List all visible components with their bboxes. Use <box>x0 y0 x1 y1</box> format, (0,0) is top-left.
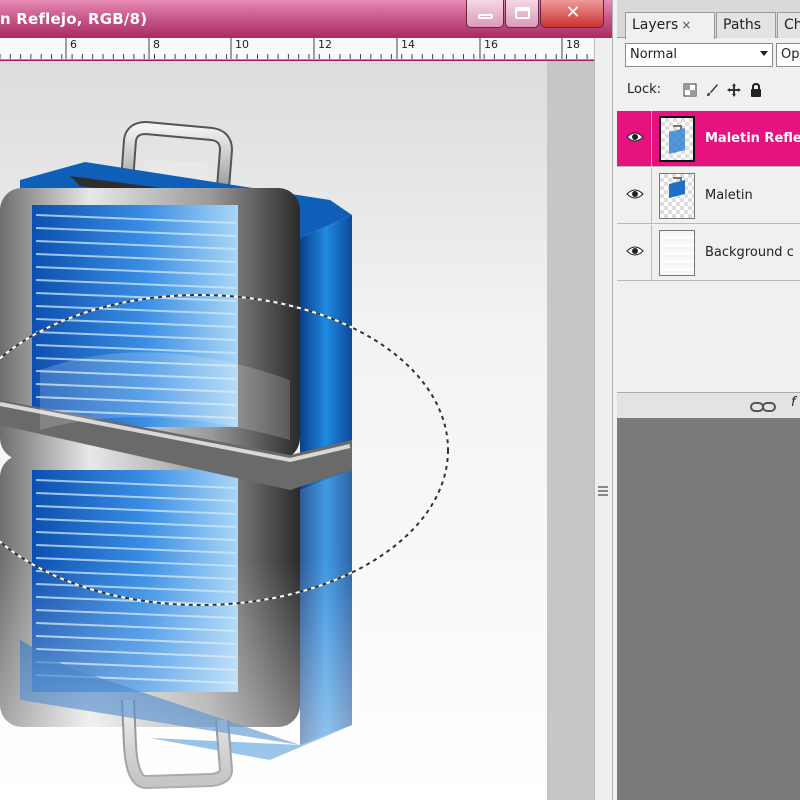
tab-channels[interactable]: Cha <box>777 12 800 38</box>
divider <box>651 225 652 281</box>
brush-icon[interactable] <box>705 83 719 97</box>
maximize-button[interactable] <box>505 0 539 28</box>
tab-label: Cha <box>784 17 800 33</box>
ruler-label: 16 <box>484 38 498 51</box>
layers-panel: Layers× Paths Cha Normal Op Lock: <box>617 0 800 418</box>
panel-tab-bar: Layers× Paths Cha <box>617 0 800 39</box>
minimize-button[interactable] <box>466 0 504 28</box>
empty-panel-area <box>617 418 800 800</box>
document-titlebar[interactable]: n Reflejo, RGB/8) ✕ <box>0 0 612 38</box>
ruler-label: 8 <box>153 38 160 51</box>
document-window: n Reflejo, RGB/8) ✕ 6 8 10 12 14 16 18 <box>0 0 612 800</box>
lock-transparent-icon[interactable] <box>683 83 697 97</box>
layer-name: Maletin <box>705 188 753 203</box>
tab-paths[interactable]: Paths <box>716 12 776 38</box>
move-icon[interactable] <box>727 83 741 97</box>
link-icon[interactable] <box>750 402 776 412</box>
eye-icon[interactable] <box>626 188 644 200</box>
vertical-scrollbar[interactable] <box>594 38 612 800</box>
divider <box>651 111 652 167</box>
lock-label: Lock: <box>627 82 662 97</box>
minimize-icon <box>478 14 493 19</box>
close-tab-icon[interactable]: × <box>681 18 691 32</box>
close-icon: ✕ <box>565 2 581 23</box>
maximize-icon <box>515 7 530 19</box>
pasteboard <box>547 61 594 800</box>
document-title: n Reflejo, RGB/8) <box>0 10 148 28</box>
ruler-label: 12 <box>318 38 332 51</box>
chevron-down-icon <box>760 51 768 56</box>
layer-name: Background c <box>705 245 794 260</box>
opacity-label: Op <box>781 47 800 62</box>
scroll-grip-icon[interactable] <box>598 484 608 498</box>
layer-thumbnail[interactable] <box>659 173 695 219</box>
blend-mode-select[interactable]: Normal <box>625 43 773 67</box>
opacity-field[interactable]: Op <box>776 43 800 67</box>
blend-mode-value: Normal <box>630 47 678 62</box>
horizontal-ruler[interactable]: 6 8 10 12 14 16 18 <box>0 38 594 60</box>
fx-icon[interactable]: f <box>791 395 796 410</box>
divider <box>651 168 652 224</box>
tab-label: Layers <box>632 17 679 33</box>
tab-layers[interactable]: Layers × <box>625 12 715 39</box>
layer-thumbnail[interactable] <box>659 230 695 276</box>
layer-row[interactable]: Maletin <box>617 168 800 224</box>
ruler-label: 6 <box>70 38 77 51</box>
briefcase-artwork <box>0 121 449 800</box>
layer-row-selected[interactable]: Maletin Refle <box>617 111 800 167</box>
lock-icon[interactable] <box>749 83 763 97</box>
ruler-label: 14 <box>401 38 415 51</box>
close-button[interactable]: ✕ <box>540 0 604 28</box>
eye-icon[interactable] <box>626 245 644 257</box>
layer-row[interactable]: Background c <box>617 225 800 281</box>
panel-footer: f <box>617 392 800 418</box>
canvas[interactable] <box>0 61 547 800</box>
tab-label: Paths <box>723 17 762 33</box>
ruler-ticks <box>0 38 588 59</box>
ruler-label: 10 <box>235 38 249 51</box>
layer-thumbnail[interactable] <box>659 116 695 162</box>
ruler-label: 18 <box>566 38 580 51</box>
eye-icon[interactable] <box>626 131 644 143</box>
layer-name: Maletin Refle <box>705 131 800 146</box>
